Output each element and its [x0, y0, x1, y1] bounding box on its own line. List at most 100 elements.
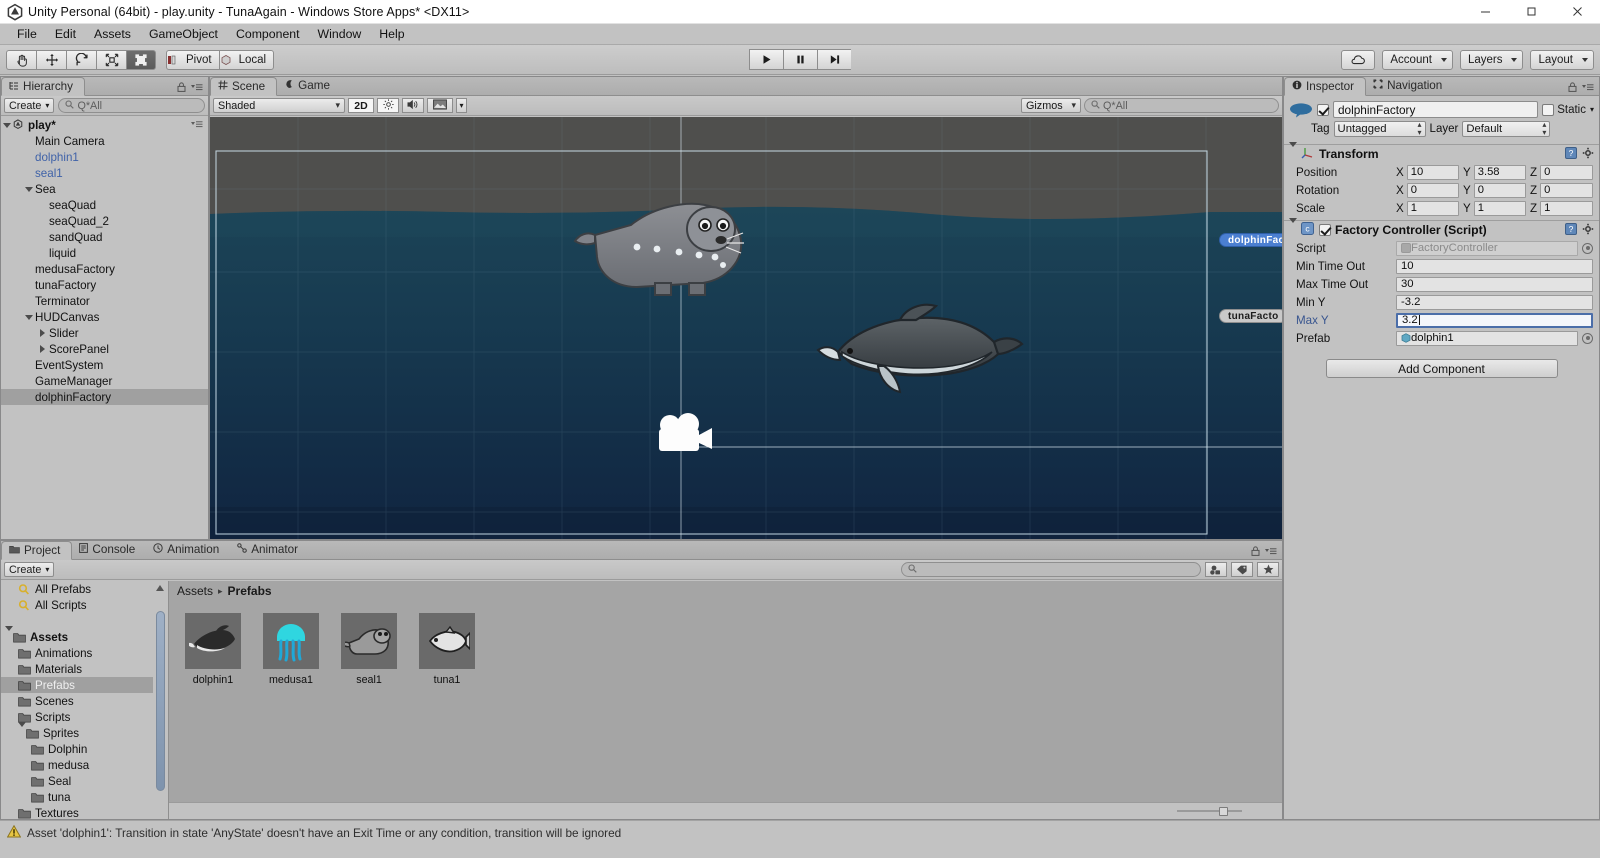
favorites-button[interactable] [1257, 562, 1279, 577]
project-tree-item-tuna[interactable]: tuna [1, 789, 153, 805]
maximize-button[interactable] [1508, 0, 1554, 24]
chevron-down-icon[interactable] [1289, 218, 1297, 237]
tab-inspector[interactable]: Inspector [1284, 77, 1367, 96]
rotate-tool-button[interactable] [66, 49, 96, 70]
gear-icon[interactable] [1582, 223, 1594, 238]
gear-icon[interactable] [1582, 147, 1594, 162]
chevron-down-icon[interactable] [18, 721, 26, 740]
layout-button[interactable]: Layout [1530, 49, 1594, 70]
rect-transform-tool-button[interactable] [126, 49, 156, 70]
hierarchy-item-medusafactory[interactable]: medusaFactory [1, 261, 208, 277]
project-tree-item-all-scripts[interactable]: All Scripts [1, 597, 153, 613]
object-enabled-checkbox[interactable] [1317, 103, 1329, 116]
hierarchy-item-eventsystem[interactable]: EventSystem [1, 357, 208, 373]
lighting-toggle-button[interactable] [377, 98, 399, 113]
component-enabled-checkbox[interactable] [1319, 224, 1331, 236]
panel-menu-icon[interactable] [191, 119, 208, 132]
asset-item-tuna1[interactable]: tuna1 [419, 613, 475, 802]
status-bar[interactable]: Asset 'dolphin1': Transition in state 'A… [0, 820, 1600, 844]
hierarchy-item-main-camera[interactable]: Main Camera [1, 133, 208, 149]
filter-by-label-button[interactable] [1231, 562, 1253, 577]
transform-scale-x-input[interactable]: 1 [1406, 200, 1459, 216]
panel-menu-icon[interactable] [191, 81, 203, 95]
hierarchy-item-sea[interactable]: Sea [1, 181, 208, 197]
chevron-down-icon[interactable] [1289, 142, 1297, 161]
chevron-down-icon[interactable] [5, 625, 13, 644]
asset-item-medusa1[interactable]: medusa1 [263, 613, 319, 802]
hierarchy-item-scorepanel[interactable]: ScorePanel [1, 341, 208, 357]
tab-hierarchy[interactable]: Hierarchy [1, 77, 86, 96]
hierarchy-item-tunafactory[interactable]: tunaFactory [1, 277, 208, 293]
hand-tool-button[interactable] [6, 49, 36, 70]
project-tree-scrollbar[interactable] [153, 581, 167, 819]
tab-game[interactable]: Game [277, 76, 341, 95]
script-field-object-script[interactable]: FactoryController [1396, 240, 1578, 256]
hierarchy-item-dolphinfactory[interactable]: dolphinFactory [1, 389, 208, 405]
tab-scene[interactable]: Scene [210, 77, 278, 96]
tab-animation[interactable]: Animation [146, 540, 230, 559]
scrollbar-thumb[interactable] [156, 611, 165, 791]
transform-position-y-input[interactable]: 3.58 [1473, 164, 1526, 180]
hierarchy-item-gamemanager[interactable]: GameManager [1, 373, 208, 389]
gizmo-label-dolphin-factory[interactable]: dolphinFac [1219, 233, 1282, 247]
hierarchy-item-slider[interactable]: Slider [1, 325, 208, 341]
hierarchy-item-seal1[interactable]: seal1 [1, 165, 208, 181]
project-tree-item-scenes[interactable]: Scenes [1, 693, 153, 709]
menu-window[interactable]: Window [309, 25, 371, 43]
tab-project[interactable]: Project [1, 541, 73, 560]
help-icon[interactable]: ? [1565, 146, 1577, 162]
script-field-input-min-y[interactable]: -3.2 [1396, 294, 1593, 310]
tab-console[interactable]: Console [72, 540, 146, 559]
hierarchy-item-seaquad[interactable]: seaQuad [1, 197, 208, 213]
gizmo-label-tuna-factory[interactable]: tunaFacto [1219, 309, 1282, 323]
project-tree-item-animations[interactable]: Animations [1, 645, 153, 661]
project-search-input[interactable] [901, 562, 1201, 577]
step-button[interactable] [817, 49, 851, 70]
object-name-input[interactable]: dolphinFactory [1333, 101, 1539, 118]
menu-component[interactable]: Component [227, 25, 309, 43]
help-icon[interactable]: ? [1565, 222, 1577, 238]
scroll-up-arrow-icon[interactable] [156, 585, 164, 591]
account-button[interactable]: Account [1382, 49, 1453, 70]
component-header-factory-controller[interactable]: c Factory Controller (Script) ? [1284, 218, 1599, 239]
hierarchy-item-liquid[interactable]: liquid [1, 245, 208, 261]
hierarchy-scene-root[interactable]: play* [1, 117, 208, 133]
transform-rotation-x-input[interactable]: 0 [1406, 182, 1459, 198]
project-tree-item-textures[interactable]: Textures [1, 805, 153, 819]
static-checkbox[interactable] [1542, 103, 1555, 116]
pivot-toggle-button[interactable]: Pivot [166, 49, 219, 70]
script-field-input-max-y[interactable]: 3.2 [1396, 312, 1593, 328]
tab-navigation[interactable]: Navigation [1366, 76, 1453, 95]
chevron-right-icon[interactable] [37, 329, 48, 337]
object-picker-icon[interactable] [1582, 242, 1593, 254]
object-picker-icon[interactable] [1582, 332, 1593, 344]
minimize-button[interactable] [1462, 0, 1508, 24]
scene-viewport[interactable]: dolphinFac tunaFacto [210, 117, 1282, 539]
toggle-2d-button[interactable]: 2D [348, 98, 374, 113]
tab-animator[interactable]: Animator [230, 540, 309, 559]
menu-assets[interactable]: Assets [85, 25, 140, 43]
menu-file[interactable]: File [8, 25, 46, 43]
move-tool-button[interactable] [36, 49, 66, 70]
script-field-object-prefab[interactable]: dolphin1 [1396, 330, 1578, 346]
filter-by-type-button[interactable] [1205, 562, 1227, 577]
project-tree[interactable]: All Prefabs All Scripts Assets Animations Ma… [1, 581, 153, 819]
hierarchy-item-seaquad-2[interactable]: seaQuad_2 [1, 213, 208, 229]
hierarchy-item-dolphin1[interactable]: dolphin1 [1, 149, 208, 165]
panel-menu-icon[interactable] [1582, 81, 1594, 95]
script-field-input-max-time-out[interactable]: 30 [1396, 276, 1593, 292]
chevron-right-icon[interactable] [37, 345, 48, 353]
scale-tool-button[interactable] [96, 49, 126, 70]
cloud-services-button[interactable] [1341, 49, 1376, 70]
audio-toggle-button[interactable] [402, 98, 424, 113]
static-toggle[interactable]: Static ▾ [1542, 103, 1594, 116]
project-tree-item-dolphin[interactable]: Dolphin [1, 741, 153, 757]
hierarchy-item-terminator[interactable]: Terminator [1, 293, 208, 309]
panel-menu-icon[interactable] [1265, 545, 1277, 559]
chevron-down-icon[interactable] [23, 186, 34, 192]
menu-edit[interactable]: Edit [46, 25, 85, 43]
hierarchy-create-button[interactable]: Create ▾ [4, 98, 55, 113]
transform-rotation-y-input[interactable]: 0 [1473, 182, 1526, 198]
menu-help[interactable]: Help [370, 25, 413, 43]
lock-icon[interactable] [1251, 545, 1260, 559]
